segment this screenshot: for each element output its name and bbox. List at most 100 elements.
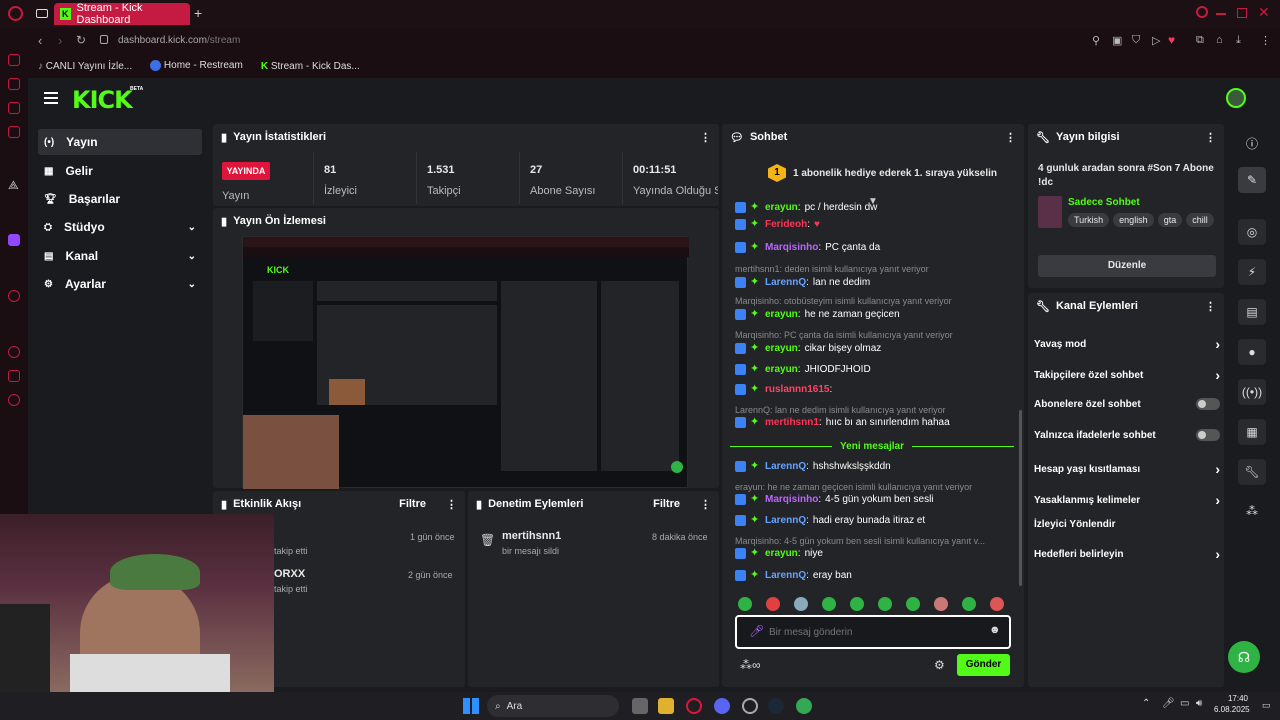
clock-time[interactable]: 17:40 <box>1222 694 1248 703</box>
chat-scrollbar[interactable] <box>1019 410 1022 586</box>
tag[interactable]: chill <box>1186 213 1214 227</box>
clock-date[interactable]: 6.08.2025 <box>1214 705 1250 714</box>
edit-stream-button[interactable]: Düzenle <box>1038 255 1216 277</box>
heart-icon[interactable]: ♥ <box>1168 33 1175 47</box>
gear-icon[interactable]: ⚙ <box>934 658 945 672</box>
chat-bubble-icon[interactable]: ● <box>1238 339 1266 365</box>
layout-icon[interactable]: ▦ <box>1238 419 1266 445</box>
target-icon[interactable]: ◎ <box>1238 219 1266 245</box>
new-tab-icon[interactable]: + <box>194 5 202 21</box>
chat-username[interactable]: Ferideoh <box>765 219 807 230</box>
send-button[interactable]: Gönder <box>957 654 1010 676</box>
emote-icon[interactable] <box>738 597 752 611</box>
toggle-switch[interactable] <box>1196 398 1220 410</box>
lightning-icon[interactable]: ⚡︎ <box>1238 259 1266 285</box>
chat-username[interactable]: Marqisinho <box>765 242 818 253</box>
emote-icon[interactable] <box>794 597 808 611</box>
emote-icon[interactable] <box>822 597 836 611</box>
more-icon[interactable]: ⋮ <box>700 498 711 511</box>
edit-icon[interactable]: ✎ <box>1238 167 1266 193</box>
tag[interactable]: Turkish <box>1068 213 1110 227</box>
chat-username[interactable]: erayun <box>765 364 798 375</box>
bookmark-item[interactable]: K Stream - Kick Das... <box>261 61 360 72</box>
extensions-icon[interactable]: ⧉ <box>1196 34 1204 47</box>
toggle-switch[interactable] <box>1196 429 1220 441</box>
tray-chevron-icon[interactable]: ⌃ <box>1142 698 1150 709</box>
download-icon[interactable]: ⤓ <box>1236 34 1241 47</box>
obs-icon[interactable] <box>742 698 758 714</box>
chat-username[interactable]: ruslannn1615 <box>765 384 829 395</box>
sidebar-icon[interactable] <box>8 126 20 138</box>
emote-icon[interactable] <box>766 597 780 611</box>
channel-action-row[interactable]: Yavaş mod › <box>1034 336 1220 352</box>
file-explorer-icon[interactable] <box>658 698 674 714</box>
document-icon[interactable]: ▤ <box>1238 299 1266 325</box>
chat-username[interactable]: LarennQ <box>765 570 806 581</box>
chat-input-box[interactable]: 🎤︎ ☻ <box>735 615 1011 649</box>
chat-message[interactable]: ✦ ruslannn1615: <box>735 384 836 395</box>
channel-action-row[interactable]: Hesap yaşı kısıtlaması › <box>1034 461 1220 477</box>
chat-username[interactable]: LarennQ <box>765 461 806 472</box>
nav-item-yayin[interactable]: (•) Yayın <box>38 129 202 155</box>
chat-username[interactable]: Marqisinho <box>765 494 818 505</box>
bookmark-item[interactable]: Home - Restream <box>150 60 243 72</box>
chat-username[interactable]: erayun <box>765 548 798 559</box>
discord-icon[interactable] <box>714 698 730 714</box>
volume-icon[interactable]: 🔊︎ <box>1196 698 1202 709</box>
chat-message[interactable]: ✦ mertihsnn1: hııc bı an sınırlendım hahaa <box>735 417 950 428</box>
forward-icon[interactable]: › <box>58 33 62 48</box>
emote-icon[interactable] <box>906 597 920 611</box>
nav-item-studyo[interactable]: ⛭ Stüdyo ⌄ <box>38 214 202 240</box>
pin-icon[interactable]: ⚲ <box>1092 34 1100 47</box>
more-icon[interactable]: ⋮ <box>1005 131 1016 144</box>
kick-logo[interactable]: KICK <box>72 86 133 114</box>
more-icon[interactable]: ⋮ <box>446 498 457 511</box>
minimize-icon[interactable] <box>1216 13 1226 15</box>
chat-message[interactable]: ✦ erayun: he ne zaman geçicen <box>735 309 900 320</box>
chat-message[interactable]: ✦ erayun: niye <box>735 548 823 559</box>
profile-icon[interactable]: ⌂ <box>1216 34 1223 46</box>
taskbar-search[interactable]: ⌕ Ara <box>487 695 619 717</box>
emote-icon[interactable] <box>962 597 976 611</box>
tag[interactable]: english <box>1113 213 1154 227</box>
nav-item-ayarlar[interactable]: ⚙ Ayarlar ⌄ <box>38 271 202 297</box>
settings-icon[interactable] <box>8 394 20 406</box>
opera-logo-icon[interactable] <box>8 6 23 21</box>
channel-action-row[interactable]: Yasaklanmış kelimeler › <box>1034 492 1220 508</box>
workspace-icon[interactable] <box>36 9 48 18</box>
apps-icon[interactable]: ⁂ <box>1246 504 1258 518</box>
channel-action-row[interactable]: İzleyici Yönlendir <box>1034 519 1220 530</box>
support-icon[interactable]: ☊ <box>1228 641 1260 673</box>
chat-message[interactable]: ✦ LarennQ: eray ban <box>735 570 852 581</box>
browser-tab-active[interactable]: K Stream - Kick Dashboard <box>54 2 190 26</box>
more-icon[interactable]: ⋮ <box>700 131 711 144</box>
emote-icon[interactable] <box>934 597 948 611</box>
chat-input[interactable] <box>769 623 969 641</box>
back-icon[interactable]: ‹ <box>38 33 42 48</box>
reload-icon[interactable]: ↻ <box>76 33 86 47</box>
chat-message[interactable]: ✦ Marqisinho: PC çanta da <box>735 242 880 253</box>
close-icon[interactable]: ✕ <box>1258 4 1270 21</box>
stream-preview-video[interactable]: KICK <box>242 236 689 489</box>
broadcast-icon[interactable]: ((•)) <box>1238 379 1266 405</box>
sidebar-icon[interactable]: ⟁ <box>8 178 19 193</box>
chat-message[interactable]: ✦ erayun: pc / herdesin dw <box>735 202 877 213</box>
windows-start-icon[interactable] <box>463 698 479 714</box>
task-view-icon[interactable] <box>632 698 648 714</box>
shield-icon[interactable]: ⛉ <box>1132 34 1140 47</box>
nav-item-kanal[interactable]: ▤ Kanal ⌄ <box>38 243 202 269</box>
chat-message[interactable]: ✦ LarennQ: hshshwkslşşkddn <box>735 461 891 472</box>
emoji-icon[interactable]: ☻ <box>989 624 1001 636</box>
search-icon[interactable] <box>1196 6 1208 18</box>
tag[interactable]: gta <box>1157 213 1183 227</box>
channel-action-row[interactable]: Takipçilere özel sohbet › <box>1034 367 1220 383</box>
chat-username[interactable]: LarennQ <box>765 515 806 526</box>
nav-item-basarilar[interactable]: 🏆︎ Başarılar <box>38 186 202 212</box>
channel-action-row[interactable]: Yalnızca ifadelerle sohbet <box>1034 429 1220 441</box>
chat-message[interactable]: ✦ LarennQ: lan ne dedim <box>735 277 870 288</box>
wrench-icon[interactable]: 🔧︎ <box>1238 459 1266 485</box>
history-icon[interactable] <box>8 346 20 358</box>
activity-filter-button[interactable]: Filtre <box>399 498 426 510</box>
chat-username[interactable]: erayun <box>765 343 798 354</box>
stream-category[interactable]: Sadece Sohbet <box>1068 197 1140 208</box>
